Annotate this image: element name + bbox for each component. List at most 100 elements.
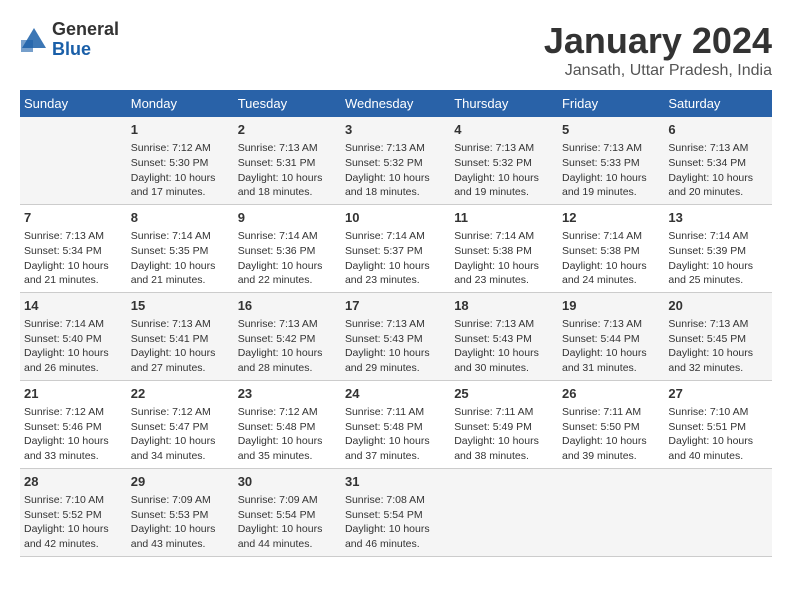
calendar-table: SundayMondayTuesdayWednesdayThursdayFrid… [20, 90, 772, 557]
day-info: Sunrise: 7:13 AM Sunset: 5:31 PM Dayligh… [238, 141, 337, 200]
calendar-cell: 2 Sunrise: 7:13 AM Sunset: 5:31 PM Daylig… [234, 117, 341, 204]
day-info: Sunrise: 7:13 AM Sunset: 5:32 PM Dayligh… [345, 141, 446, 200]
calendar-cell [664, 468, 772, 556]
day-info: Sunrise: 7:13 AM Sunset: 5:34 PM Dayligh… [668, 141, 768, 200]
calendar-cell: 11Sunrise: 7:14 AM Sunset: 5:38 PM Dayli… [450, 204, 558, 292]
day-number: 24 [345, 385, 446, 403]
day-number: 1 [131, 121, 230, 139]
day-number: 21 [24, 385, 123, 403]
calendar-cell: 19 Sunrise: 7:13 AM Sunset: 5:44 PM Dayli… [558, 292, 664, 380]
page-header: General Blue January 2024 Jansath, Uttar… [20, 20, 772, 80]
day-number: 6 [668, 121, 768, 139]
day-info: Sunrise: 7:13 AM Sunset: 5:33 PM Dayligh… [562, 141, 660, 200]
day-number: 26 [562, 385, 660, 403]
day-info: Sunrise: 7:09 AM Sunset: 5:53 PM Dayligh… [131, 493, 230, 552]
day-number: 5 [562, 121, 660, 139]
calendar-cell: 23 Sunrise: 7:12 AM Sunset: 5:48 PM Dayli… [234, 380, 341, 468]
calendar-cell: 25 Sunrise: 7:11 AM Sunset: 5:49 PM Dayli… [450, 380, 558, 468]
calendar-cell: 20 Sunrise: 7:13 AM Sunset: 5:45 PM Dayli… [664, 292, 772, 380]
day-number: 2 [238, 121, 337, 139]
day-number: 28 [24, 473, 123, 491]
calendar-cell: 17 Sunrise: 7:13 AM Sunset: 5:43 PM Dayli… [341, 292, 450, 380]
day-number: 3 [345, 121, 446, 139]
calendar-header: SundayMondayTuesdayWednesdayThursdayFrid… [20, 90, 772, 117]
calendar-week-row: 28 Sunrise: 7:10 AM Sunset: 5:52 PM Dayli… [20, 468, 772, 556]
day-info: Sunrise: 7:13 AM Sunset: 5:34 PM Dayligh… [24, 229, 123, 288]
day-info: Sunrise: 7:12 AM Sunset: 5:47 PM Dayligh… [131, 405, 230, 464]
calendar-cell: 4Sunrise: 7:13 AM Sunset: 5:32 PM Daylig… [450, 117, 558, 204]
day-number: 17 [345, 297, 446, 315]
calendar-cell: 6 Sunrise: 7:13 AM Sunset: 5:34 PM Daylig… [664, 117, 772, 204]
day-number: 18 [454, 297, 554, 315]
day-info: Sunrise: 7:13 AM Sunset: 5:43 PM Dayligh… [345, 317, 446, 376]
day-number: 23 [238, 385, 337, 403]
day-number: 31 [345, 473, 446, 491]
day-info: Sunrise: 7:13 AM Sunset: 5:44 PM Dayligh… [562, 317, 660, 376]
day-number: 4 [454, 121, 554, 139]
calendar-cell: 29 Sunrise: 7:09 AM Sunset: 5:53 PM Dayli… [127, 468, 234, 556]
calendar-week-row: 14 Sunrise: 7:14 AM Sunset: 5:40 PM Dayli… [20, 292, 772, 380]
day-number: 12 [562, 209, 660, 227]
calendar-cell: 10Sunrise: 7:14 AM Sunset: 5:37 PM Dayli… [341, 204, 450, 292]
calendar-cell: 21Sunrise: 7:12 AM Sunset: 5:46 PM Dayli… [20, 380, 127, 468]
calendar-cell: 8 Sunrise: 7:14 AM Sunset: 5:35 PM Daylig… [127, 204, 234, 292]
calendar-cell: 9 Sunrise: 7:14 AM Sunset: 5:36 PM Daylig… [234, 204, 341, 292]
day-number: 27 [668, 385, 768, 403]
month-title: January 2024 [544, 20, 772, 62]
location-title: Jansath, Uttar Pradesh, India [544, 62, 772, 80]
weekday-header-wednesday: Wednesday [341, 90, 450, 117]
day-info: Sunrise: 7:13 AM Sunset: 5:45 PM Dayligh… [668, 317, 768, 376]
weekday-header-row: SundayMondayTuesdayWednesdayThursdayFrid… [20, 90, 772, 117]
day-number: 29 [131, 473, 230, 491]
day-info: Sunrise: 7:14 AM Sunset: 5:38 PM Dayligh… [562, 229, 660, 288]
calendar-week-row: 7Sunrise: 7:13 AM Sunset: 5:34 PM Daylig… [20, 204, 772, 292]
logo-icon [20, 26, 48, 54]
day-info: Sunrise: 7:14 AM Sunset: 5:39 PM Dayligh… [668, 229, 768, 288]
day-info: Sunrise: 7:11 AM Sunset: 5:50 PM Dayligh… [562, 405, 660, 464]
calendar-cell: 1Sunrise: 7:12 AM Sunset: 5:30 PM Daylig… [127, 117, 234, 204]
day-number: 30 [238, 473, 337, 491]
calendar-cell [450, 468, 558, 556]
weekday-header-thursday: Thursday [450, 90, 558, 117]
logo: General Blue [20, 20, 119, 60]
calendar-cell: 27 Sunrise: 7:10 AM Sunset: 5:51 PM Dayli… [664, 380, 772, 468]
day-info: Sunrise: 7:10 AM Sunset: 5:51 PM Dayligh… [668, 405, 768, 464]
logo-general-text: General [52, 19, 119, 39]
weekday-header-monday: Monday [127, 90, 234, 117]
day-info: Sunrise: 7:14 AM Sunset: 5:36 PM Dayligh… [238, 229, 337, 288]
day-number: 16 [238, 297, 337, 315]
day-number: 10 [345, 209, 446, 227]
day-number: 14 [24, 297, 123, 315]
calendar-cell: 12 Sunrise: 7:14 AM Sunset: 5:38 PM Dayli… [558, 204, 664, 292]
calendar-body: 1Sunrise: 7:12 AM Sunset: 5:30 PM Daylig… [20, 117, 772, 556]
day-info: Sunrise: 7:14 AM Sunset: 5:40 PM Dayligh… [24, 317, 123, 376]
day-number: 15 [131, 297, 230, 315]
weekday-header-friday: Friday [558, 90, 664, 117]
logo-blue-text: Blue [52, 39, 91, 59]
calendar-cell: 5 Sunrise: 7:13 AM Sunset: 5:33 PM Daylig… [558, 117, 664, 204]
day-number: 25 [454, 385, 554, 403]
calendar-cell: 24 Sunrise: 7:11 AM Sunset: 5:48 PM Dayli… [341, 380, 450, 468]
day-info: Sunrise: 7:11 AM Sunset: 5:48 PM Dayligh… [345, 405, 446, 464]
day-info: Sunrise: 7:13 AM Sunset: 5:41 PM Dayligh… [131, 317, 230, 376]
calendar-cell: 18 Sunrise: 7:13 AM Sunset: 5:43 PM Dayli… [450, 292, 558, 380]
day-info: Sunrise: 7:09 AM Sunset: 5:54 PM Dayligh… [238, 493, 337, 552]
calendar-cell [20, 117, 127, 204]
day-info: Sunrise: 7:13 AM Sunset: 5:43 PM Dayligh… [454, 317, 554, 376]
day-info: Sunrise: 7:14 AM Sunset: 5:35 PM Dayligh… [131, 229, 230, 288]
day-number: 11 [454, 209, 554, 227]
day-info: Sunrise: 7:12 AM Sunset: 5:48 PM Dayligh… [238, 405, 337, 464]
day-info: Sunrise: 7:08 AM Sunset: 5:54 PM Dayligh… [345, 493, 446, 552]
calendar-week-row: 21Sunrise: 7:12 AM Sunset: 5:46 PM Dayli… [20, 380, 772, 468]
day-info: Sunrise: 7:10 AM Sunset: 5:52 PM Dayligh… [24, 493, 123, 552]
weekday-header-tuesday: Tuesday [234, 90, 341, 117]
calendar-cell: 30 Sunrise: 7:09 AM Sunset: 5:54 PM Dayli… [234, 468, 341, 556]
day-info: Sunrise: 7:11 AM Sunset: 5:49 PM Dayligh… [454, 405, 554, 464]
calendar-cell: 28 Sunrise: 7:10 AM Sunset: 5:52 PM Dayli… [20, 468, 127, 556]
day-number: 20 [668, 297, 768, 315]
day-number: 8 [131, 209, 230, 227]
day-number: 19 [562, 297, 660, 315]
calendar-cell: 13Sunrise: 7:14 AM Sunset: 5:39 PM Dayli… [664, 204, 772, 292]
day-number: 9 [238, 209, 337, 227]
calendar-cell [558, 468, 664, 556]
